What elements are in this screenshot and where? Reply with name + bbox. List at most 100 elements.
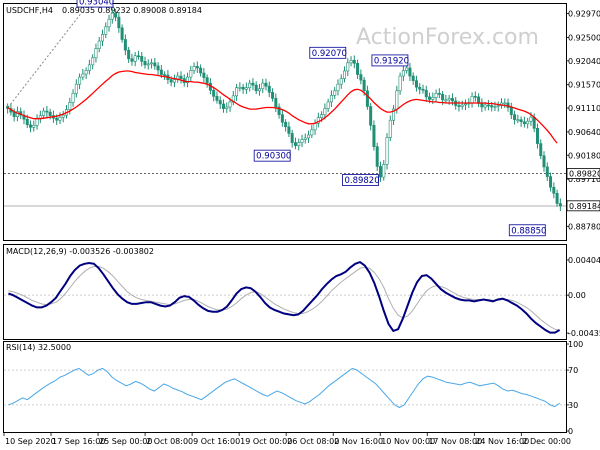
candle-body — [179, 75, 183, 79]
candle-body — [192, 66, 196, 71]
candle-body — [444, 99, 448, 102]
price-badge-text: 0.89820 — [569, 170, 600, 179]
candle-body — [55, 117, 59, 121]
candle-body — [535, 128, 539, 144]
candle-body — [94, 48, 98, 59]
candle-body — [359, 74, 363, 81]
price-badge: 0.89820 — [566, 168, 600, 179]
candle-body — [153, 62, 157, 67]
candle-body — [12, 111, 16, 117]
candle-body — [107, 18, 111, 28]
price-label-text: 0.93040 — [79, 0, 114, 8]
price-label-text: 0.91920 — [374, 56, 409, 66]
x-tick-label: 17 Nov 08:00 — [428, 437, 482, 446]
candle-body — [235, 87, 239, 97]
candle-body — [150, 62, 154, 65]
candle-body — [117, 16, 121, 29]
candle-body — [549, 176, 553, 188]
candle-body — [205, 77, 209, 84]
candle-body — [300, 139, 304, 143]
candle-body — [343, 70, 347, 79]
candle-body — [169, 79, 173, 83]
macd-panel-frame — [3, 244, 567, 340]
candle-body — [114, 12, 118, 18]
candle-body — [257, 88, 261, 92]
candle-body — [362, 79, 366, 92]
macd-tick-label: 0.004048 — [568, 256, 600, 265]
candle-body — [199, 67, 203, 74]
price-badge: 0.89184 — [566, 200, 600, 212]
candle-body — [238, 86, 242, 89]
price-badge-text: 0.89184 — [569, 202, 600, 211]
macd-line — [8, 260, 561, 334]
candle-body — [251, 82, 255, 86]
candle-body — [496, 105, 500, 107]
candle-body — [450, 98, 454, 102]
candle-body — [522, 121, 526, 125]
candle-body — [365, 90, 369, 107]
candle-body — [133, 55, 137, 62]
price-label-text: 0.88850 — [511, 226, 546, 236]
candle-body — [172, 79, 176, 83]
candle-body — [228, 101, 232, 108]
candle-body — [156, 65, 160, 71]
y-tick-label: 0.91570 — [568, 81, 600, 90]
macd-signal-line — [8, 266, 560, 331]
candle-body — [127, 49, 131, 60]
candle-body — [310, 129, 314, 136]
candle-body — [241, 86, 245, 90]
trend-line — [7, 11, 83, 108]
candle-body — [280, 114, 284, 123]
price-label: 0.90300 — [253, 149, 291, 162]
x-tick-label: 2 Oct 08:00 — [146, 437, 193, 446]
candle-body — [509, 107, 513, 115]
candle-body — [202, 72, 206, 78]
candle-body — [326, 101, 330, 109]
candle-body — [100, 34, 104, 42]
price-label: 0.89820 — [342, 174, 380, 186]
candle-body — [480, 103, 484, 108]
candle-body — [212, 89, 216, 97]
candle-body — [434, 93, 438, 98]
x-tick-label: 2 Nov 16:00 — [334, 437, 383, 446]
candle-body — [45, 110, 49, 113]
candle-body — [42, 110, 46, 116]
macd-tick-label: -0.004351 — [568, 329, 600, 338]
candle-body — [320, 114, 324, 118]
rsi-tick-label: 0 — [568, 427, 573, 436]
candle-body — [336, 83, 340, 92]
price-label-text: 0.89820 — [344, 176, 379, 186]
candle-body — [421, 88, 425, 91]
candle-body — [519, 119, 523, 123]
y-tick-label: 0.91110 — [568, 104, 600, 113]
x-tick-label: 19 Oct 00:00 — [240, 437, 292, 446]
candle-body — [323, 108, 327, 115]
candle-body — [244, 87, 248, 90]
candle-body — [486, 104, 490, 107]
candle-body — [490, 105, 494, 108]
candle-body — [81, 73, 85, 78]
candle-body — [513, 114, 517, 121]
candle-body — [290, 133, 294, 143]
candle-body — [110, 12, 114, 20]
rsi-tick-label: 70 — [568, 366, 578, 375]
candle-body — [91, 57, 95, 66]
candle-body — [408, 67, 412, 77]
candle-body — [97, 40, 101, 49]
candle-body — [333, 90, 337, 96]
candle-body — [339, 78, 343, 85]
candle-body — [401, 70, 405, 77]
y-tick-label: 0.90180 — [568, 151, 600, 160]
candle-body — [120, 27, 124, 40]
watermark: ActionForex.com — [356, 25, 539, 50]
x-tick-label: 10 Nov 00:00 — [381, 437, 435, 446]
candle-body — [61, 114, 65, 118]
candle-body — [140, 55, 144, 62]
x-tick-label: 26 Oct 08:00 — [287, 437, 339, 446]
candle-body — [545, 166, 549, 177]
candle-body — [424, 89, 428, 98]
candle-body — [382, 164, 386, 178]
rsi-header: RSI(14) 32.5000 — [6, 343, 71, 352]
candle-body — [271, 92, 275, 99]
candle-body — [159, 69, 163, 75]
